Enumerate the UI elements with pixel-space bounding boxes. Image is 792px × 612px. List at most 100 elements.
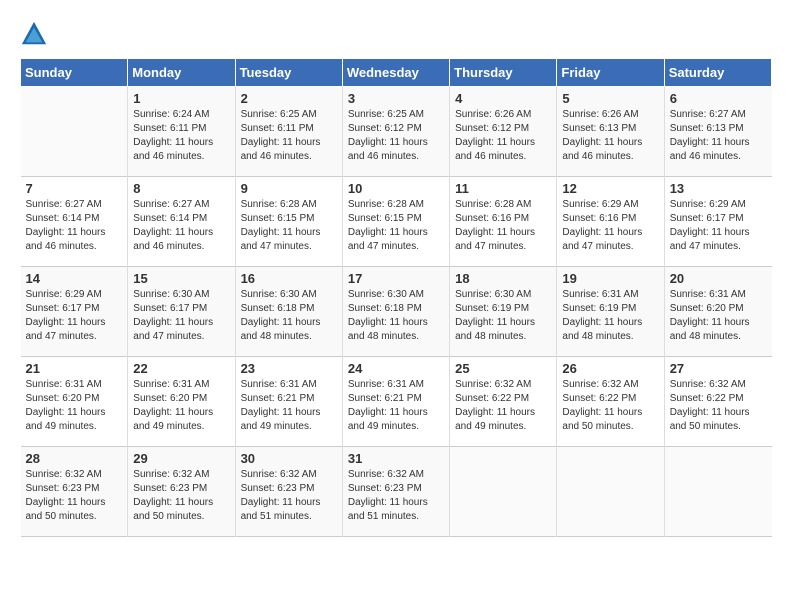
day-number: 16 [241,271,337,286]
sunrise-text: Sunrise: 6:31 AM [670,289,746,300]
weekday-header-row: SundayMondayTuesdayWednesdayThursdayFrid… [21,59,772,87]
sunset-text: Sunset: 6:18 PM [348,303,422,314]
daylight-text: Daylight: 11 hours and 50 minutes. [26,497,106,522]
day-number: 26 [562,361,658,376]
day-info: Sunrise: 6:31 AMSunset: 6:20 PMDaylight:… [133,378,229,434]
day-number: 31 [348,451,444,466]
day-number: 27 [670,361,767,376]
daylight-text: Daylight: 11 hours and 47 minutes. [455,227,535,252]
calendar-cell: 24Sunrise: 6:31 AMSunset: 6:21 PMDayligh… [342,357,449,447]
calendar-cell [450,447,557,537]
sunset-text: Sunset: 6:16 PM [455,213,529,224]
calendar-week-row: 21Sunrise: 6:31 AMSunset: 6:20 PMDayligh… [21,357,772,447]
daylight-text: Daylight: 11 hours and 49 minutes. [26,407,106,432]
calendar-cell: 18Sunrise: 6:30 AMSunset: 6:19 PMDayligh… [450,267,557,357]
day-info: Sunrise: 6:31 AMSunset: 6:20 PMDaylight:… [26,378,123,434]
day-info: Sunrise: 6:25 AMSunset: 6:11 PMDaylight:… [241,108,337,164]
day-number: 12 [562,181,658,196]
sunrise-text: Sunrise: 6:32 AM [241,469,317,480]
daylight-text: Daylight: 11 hours and 46 minutes. [133,137,213,162]
sunrise-text: Sunrise: 6:29 AM [670,199,746,210]
day-number: 1 [133,91,229,106]
sunrise-text: Sunrise: 6:32 AM [133,469,209,480]
day-number: 10 [348,181,444,196]
sunset-text: Sunset: 6:17 PM [133,303,207,314]
day-info: Sunrise: 6:31 AMSunset: 6:19 PMDaylight:… [562,288,658,344]
day-number: 23 [241,361,337,376]
weekday-header-wednesday: Wednesday [342,59,449,87]
daylight-text: Daylight: 11 hours and 46 minutes. [348,137,428,162]
calendar-cell: 28Sunrise: 6:32 AMSunset: 6:23 PMDayligh… [21,447,128,537]
calendar-cell [21,87,128,177]
calendar-cell: 2Sunrise: 6:25 AMSunset: 6:11 PMDaylight… [235,87,342,177]
calendar-cell: 14Sunrise: 6:29 AMSunset: 6:17 PMDayligh… [21,267,128,357]
day-info: Sunrise: 6:28 AM Sunset: 6:16 PM Daylight:… [455,198,551,254]
calendar-cell: 23Sunrise: 6:31 AMSunset: 6:21 PMDayligh… [235,357,342,447]
day-info: Sunrise: 6:30 AMSunset: 6:19 PMDaylight:… [455,288,551,344]
sunset-text: Sunset: 6:22 PM [455,393,529,404]
calendar-cell: 7Sunrise: 6:27 AMSunset: 6:14 PMDaylight… [21,177,128,267]
day-info: Sunrise: 6:27 AM Sunset: 6:14 PM Daylight:… [133,198,229,254]
calendar-cell: 16Sunrise: 6:30 AMSunset: 6:18 PMDayligh… [235,267,342,357]
sunrise-text: Sunrise: 6:28 AM [455,199,531,210]
day-number: 25 [455,361,551,376]
daylight-text: Daylight: 11 hours and 48 minutes. [241,317,321,342]
daylight-text: Daylight: 11 hours and 47 minutes. [562,227,642,252]
daylight-text: Daylight: 11 hours and 49 minutes. [455,407,535,432]
sunset-text: Sunset: 6:13 PM [562,123,636,134]
sunrise-text: Sunrise: 6:27 AM [670,109,746,120]
day-info: Sunrise: 6:32 AMSunset: 6:22 PMDaylight:… [670,378,767,434]
sunset-text: Sunset: 6:20 PM [133,393,207,404]
sunset-text: Sunset: 6:22 PM [562,393,636,404]
day-number: 19 [562,271,658,286]
calendar-cell: 17 Sunrise: 6:30 AMSunset: 6:18 PMDayligh… [342,267,449,357]
calendar-week-row: 7 Sunrise: 6:27 AM Sunset: 6:14 PM Daylight… [21,177,772,267]
calendar-cell: 6Sunrise: 6:27 AMSunset: 6:13 PMDaylight… [664,87,771,177]
calendar-cell: 10 Sunrise: 6:28 AMSunset: 6:15 PMDayligh… [342,177,449,267]
day-number: 13 [670,181,767,196]
sunset-text: Sunset: 6:21 PM [241,393,315,404]
day-number: 5 [562,91,658,106]
calendar-header: SundayMondayTuesdayWednesdayThursdayFrid… [21,59,772,87]
calendar-cell [664,447,771,537]
daylight-text: Daylight: 11 hours and 46 minutes. [133,227,213,252]
weekday-header-tuesday: Tuesday [235,59,342,87]
calendar-cell: 3Sunrise: 6:25 AMSunset: 6:12 PMDaylight… [342,87,449,177]
sunset-text: Sunset: 6:23 PM [241,483,315,494]
day-number: 4 [455,91,551,106]
day-info: Sunrise: 6:29 AMSunset: 6:17 PMDaylight:… [26,288,123,344]
daylight-text: Daylight: 11 hours and 46 minutes. [670,137,750,162]
day-info: Sunrise: 6:27 AMSunset: 6:13 PMDaylight:… [670,108,767,164]
sunrise-text: Sunrise: 6:27 AM [133,199,209,210]
calendar-cell: 25 Sunrise: 6:32 AMSunset: 6:22 PMDayligh… [450,357,557,447]
sunset-text: Sunset: 6:15 PM [241,213,315,224]
day-number: 3 [348,91,444,106]
day-number: 7 [26,181,123,196]
sunset-text: Sunset: 6:11 PM [241,123,314,134]
sunset-text: Sunset: 6:12 PM [348,123,422,134]
day-info: Sunrise: 6:26 AMSunset: 6:12 PMDaylight:… [455,108,551,164]
sunset-text: Sunset: 6:22 PM [670,393,744,404]
daylight-text: Daylight: 11 hours and 51 minutes. [241,497,321,522]
sunrise-text: Sunrise: 6:32 AM [348,469,424,480]
day-info: Sunrise: 6:32 AMSunset: 6:22 PMDaylight:… [455,378,551,434]
logo [20,20,52,48]
sunrise-text: Sunrise: 6:31 AM [562,289,638,300]
sunrise-text: Sunrise: 6:31 AM [241,379,317,390]
sunrise-text: Sunrise: 6:30 AM [133,289,209,300]
sunrise-text: Sunrise: 6:24 AM [133,109,209,120]
calendar-body: 1 Sunrise: 6:24 AM Sunset: 6:11 PM Daylight… [21,87,772,537]
daylight-text: Daylight: 11 hours and 47 minutes. [241,227,321,252]
sunset-text: Sunset: 6:19 PM [455,303,529,314]
calendar-cell [557,447,664,537]
day-info: Sunrise: 6:30 AMSunset: 6:18 PMDaylight:… [348,288,444,344]
day-info: Sunrise: 6:32 AM Sunset: 6:23 PM Daylight:… [241,468,337,524]
day-number: 21 [26,361,123,376]
daylight-text: Daylight: 11 hours and 46 minutes. [241,137,321,162]
calendar-cell: 9Sunrise: 6:28 AMSunset: 6:15 PMDaylight… [235,177,342,267]
day-info: Sunrise: 6:28 AMSunset: 6:15 PMDaylight:… [348,198,444,254]
day-number: 17 [348,271,444,286]
logo-icon [20,20,48,48]
sunrise-text: Sunrise: 6:26 AM [562,109,638,120]
sunset-text: Sunset: 6:14 PM [133,213,207,224]
